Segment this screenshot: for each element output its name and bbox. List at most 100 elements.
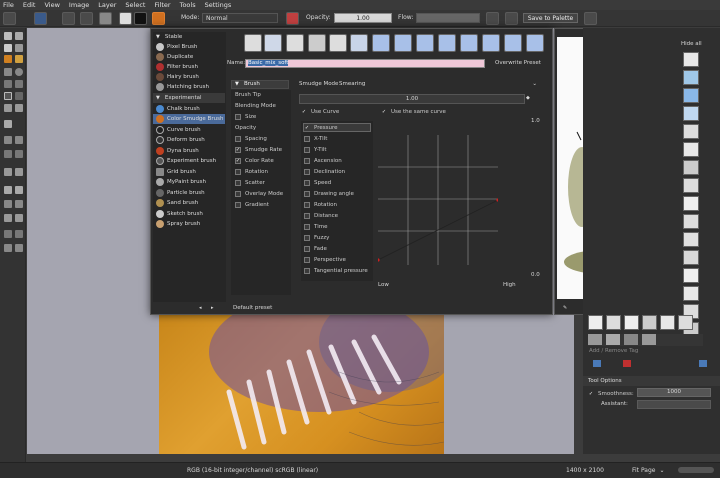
sensor-item[interactable]: Declination bbox=[304, 167, 345, 176]
swap-icon[interactable] bbox=[486, 12, 499, 25]
color-rate-checkbox[interactable]: ✓ bbox=[235, 157, 241, 164]
preset-thumb-9[interactable] bbox=[416, 34, 434, 52]
sensor-checkbox[interactable] bbox=[304, 190, 310, 197]
sensor-item[interactable]: Speed bbox=[304, 178, 331, 187]
preset-thumb[interactable] bbox=[683, 178, 699, 193]
preset-thumb[interactable] bbox=[683, 88, 699, 103]
prop-spacing[interactable]: Spacing bbox=[235, 134, 267, 143]
fill-tool-icon[interactable] bbox=[4, 55, 12, 63]
prop-gradient[interactable]: Gradient bbox=[235, 200, 269, 209]
prop-opacity[interactable]: Opacity bbox=[235, 123, 256, 132]
scroll-right-icon[interactable]: ▸ bbox=[211, 305, 214, 311]
tree-item[interactable]: Filter brush bbox=[153, 62, 225, 72]
sensor-checkbox[interactable] bbox=[304, 179, 310, 186]
clear-scratchpad-icon[interactable]: ✎ bbox=[563, 305, 567, 311]
preset-thumb[interactable] bbox=[683, 196, 699, 211]
sensor-checkbox[interactable] bbox=[304, 168, 310, 175]
prop-overlay-mode[interactable]: Overlay Mode bbox=[235, 189, 283, 198]
menu-view[interactable]: View bbox=[44, 1, 59, 9]
tree-group-experimental[interactable]: ▼ Experimental bbox=[153, 93, 225, 103]
new-document-icon[interactable] bbox=[3, 12, 16, 25]
smoothness-field[interactable]: 1000 bbox=[637, 388, 711, 397]
tree-item[interactable]: Deform brush bbox=[153, 135, 225, 145]
sensor-checkbox[interactable] bbox=[304, 234, 310, 241]
preset-thumb[interactable] bbox=[660, 315, 675, 330]
menu-filter[interactable]: Filter bbox=[154, 1, 170, 9]
outline-select-icon[interactable] bbox=[15, 214, 23, 222]
ellipse-tool-icon[interactable] bbox=[15, 68, 23, 76]
preset-thumb[interactable] bbox=[683, 214, 699, 229]
prop-smudge-rate[interactable]: ✓ Smudge Rate bbox=[235, 145, 282, 154]
prop-brush-tip[interactable]: Brush Tip bbox=[235, 90, 261, 99]
sensor-item[interactable]: Drawing angle bbox=[304, 189, 354, 198]
rect-select-icon[interactable] bbox=[4, 230, 12, 238]
tree-item-selected[interactable]: Color Smudge Brush bbox=[153, 114, 225, 124]
tag-icon[interactable] bbox=[584, 12, 597, 25]
perspective-tool-icon[interactable] bbox=[15, 136, 23, 144]
magic-wand-icon[interactable] bbox=[4, 200, 12, 208]
pan-tool-icon[interactable] bbox=[4, 186, 12, 194]
zoom-select[interactable]: Fit Page ⌄ bbox=[632, 465, 672, 476]
canvas-painting[interactable] bbox=[159, 312, 444, 454]
preset-thumb-2[interactable] bbox=[264, 34, 282, 52]
opacity-field[interactable]: 1.00 bbox=[334, 13, 392, 23]
sensor-checkbox[interactable] bbox=[304, 135, 310, 142]
tree-item[interactable]: Hairy brush bbox=[153, 72, 225, 82]
delete-preset-icon[interactable] bbox=[623, 360, 631, 367]
preset-thumb-6[interactable] bbox=[350, 34, 368, 52]
preset-thumb[interactable] bbox=[683, 286, 699, 301]
sensor-item[interactable]: Fuzzy bbox=[304, 233, 329, 242]
menu-layer[interactable]: Layer bbox=[98, 1, 116, 9]
use-same-curve-option[interactable]: ✓ Use the same curve bbox=[381, 107, 446, 116]
menu-select[interactable]: Select bbox=[125, 1, 145, 9]
preset-thumb-13[interactable] bbox=[504, 34, 522, 52]
preset-thumb[interactable] bbox=[683, 250, 699, 265]
reference-tool-icon[interactable] bbox=[15, 150, 23, 158]
sensor-checkbox[interactable] bbox=[304, 245, 310, 252]
prop-blending-mode[interactable]: Blending Mode bbox=[235, 101, 276, 110]
sensor-checkbox[interactable] bbox=[304, 146, 310, 153]
hide-all-button[interactable]: Hide all bbox=[681, 41, 702, 47]
bezier-select-icon[interactable] bbox=[4, 214, 12, 222]
save-to-palette-button[interactable]: Save to Palette bbox=[523, 13, 578, 23]
preset-thumb[interactable] bbox=[683, 52, 699, 67]
sensor-item[interactable]: X-Tilt bbox=[304, 134, 327, 143]
select-tool-icon[interactable] bbox=[4, 32, 12, 40]
preset-thumb[interactable] bbox=[683, 268, 699, 283]
gradient-checkbox[interactable] bbox=[235, 201, 241, 208]
sensor-item[interactable]: Tangential pressure bbox=[304, 266, 368, 275]
sensor-item[interactable]: Rotation bbox=[304, 200, 337, 209]
preset-name-input[interactable]: Basic_mix_soft bbox=[245, 59, 485, 68]
sensor-checkbox[interactable] bbox=[304, 223, 310, 230]
grid-tool-icon[interactable] bbox=[4, 136, 12, 144]
rotation-checkbox[interactable] bbox=[235, 168, 241, 175]
assistant-tool-icon[interactable] bbox=[4, 150, 12, 158]
preset-thumb-8[interactable] bbox=[394, 34, 412, 52]
smudge-rate-checkbox[interactable]: ✓ bbox=[235, 146, 241, 153]
lasso-tool-icon[interactable] bbox=[15, 186, 23, 194]
preset-thumb[interactable] bbox=[683, 124, 699, 139]
default-preset-button[interactable]: Default preset bbox=[233, 305, 272, 311]
ellipse-select-icon[interactable] bbox=[15, 230, 23, 238]
measure-tool-icon[interactable] bbox=[15, 104, 23, 112]
reload-icon[interactable] bbox=[80, 12, 93, 25]
spin-arrows-icon[interactable]: ◆ bbox=[526, 95, 530, 101]
tree-item[interactable]: Spray brush bbox=[153, 219, 225, 229]
tree-item[interactable]: Sketch brush bbox=[153, 209, 225, 219]
open-icon[interactable] bbox=[62, 12, 75, 25]
tree-item[interactable]: Pixel Brush bbox=[153, 42, 225, 52]
size-checkbox[interactable] bbox=[235, 113, 241, 120]
eraser-mode-icon[interactable] bbox=[286, 12, 299, 25]
use-same-curve-checkbox[interactable]: ✓ bbox=[381, 109, 387, 115]
sensor-checkbox[interactable] bbox=[304, 157, 310, 164]
preset-thumb[interactable] bbox=[606, 334, 620, 345]
spacing-checkbox[interactable] bbox=[235, 135, 241, 142]
preset-thumb[interactable] bbox=[683, 106, 699, 121]
prop-size[interactable]: Size bbox=[235, 112, 256, 121]
tree-item[interactable]: Sand brush bbox=[153, 198, 225, 208]
preset-thumb-10[interactable] bbox=[438, 34, 456, 52]
sensor-item[interactable]: Y-Tilt bbox=[304, 145, 327, 154]
preset-thumb[interactable] bbox=[683, 142, 699, 157]
sensor-checkbox[interactable] bbox=[304, 267, 310, 274]
scroll-left-icon[interactable]: ◂ bbox=[199, 305, 202, 311]
